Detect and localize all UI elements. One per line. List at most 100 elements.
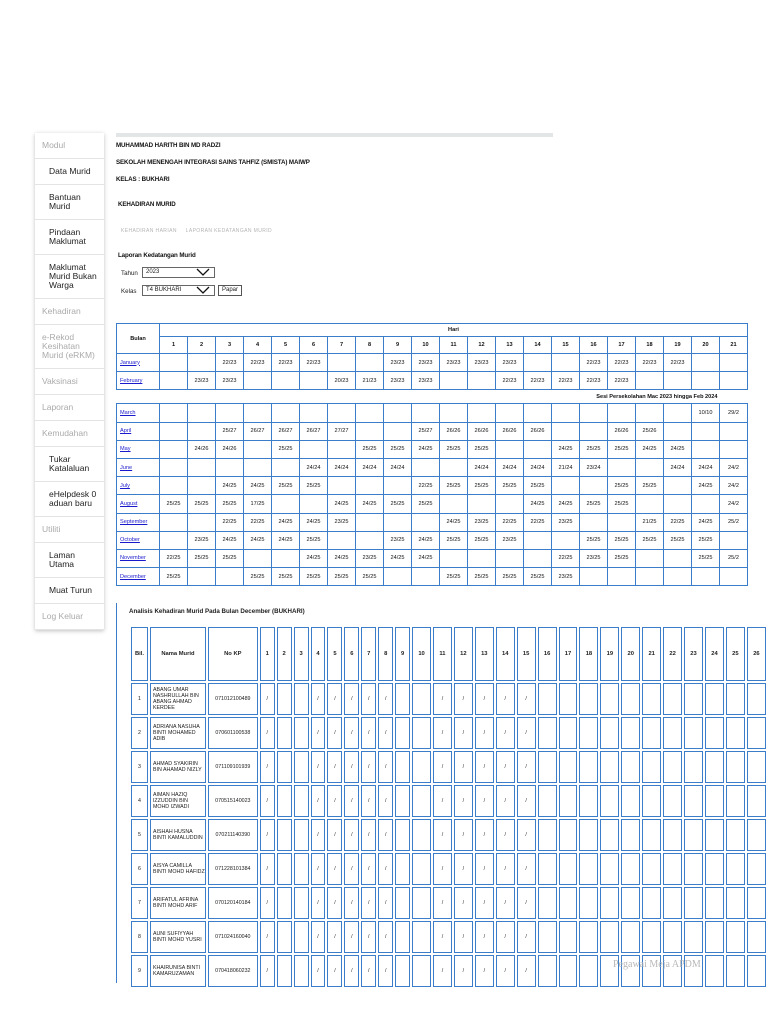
attendance-cell	[327, 439, 356, 459]
attendance-mark	[725, 955, 745, 987]
class-label: KELAS : BUKHARI	[116, 176, 170, 183]
attendance-mark	[558, 921, 578, 953]
attendance-cell: 24/25	[691, 476, 720, 496]
report-title: Laporan Kedatangan Murid	[118, 252, 196, 259]
attendance-cell: 24/24	[495, 457, 524, 478]
kelas-select[interactable]: T4 BUKHARI	[142, 285, 215, 296]
day-header: 17	[558, 627, 578, 681]
attendance-mark	[621, 819, 641, 851]
month-link[interactable]: May	[116, 439, 160, 459]
attendance-cell	[299, 403, 328, 423]
attendance-cell: 23/23	[187, 371, 216, 391]
attendance-mark	[746, 921, 766, 953]
sidebar-item-ehelpdesk-0-aduan-baru[interactable]: eHelpdesk 0 aduan baru	[35, 482, 104, 517]
attendance-mark	[276, 751, 292, 783]
school-name: SEKOLAH MENENGAH INTEGRASI SAINS TAHFIZ …	[116, 159, 310, 166]
month-row: October 23/25 24/25 24/25 24/25 25/25 23/25 24/…	[116, 530, 748, 550]
attendance-cell	[663, 371, 692, 391]
attendance-cell: 10/10	[691, 403, 720, 423]
student-name: AUNI SUFIYYAH BINTI MOHD YUSRI	[149, 921, 206, 953]
attendance-mark	[663, 819, 683, 851]
month-link[interactable]: July	[116, 476, 160, 496]
attendance-mark	[663, 683, 683, 715]
month-link[interactable]: March	[116, 403, 160, 423]
attendance-cell: 29/2	[719, 403, 748, 423]
day-header: 5	[271, 336, 300, 354]
table-row: 1 ABANG UMAR NASHRULLAH BIN ABANG AHMAD K…	[131, 683, 766, 715]
attendance-mark: /	[516, 921, 536, 953]
attendance-mark	[600, 785, 620, 817]
attendance-cell	[663, 476, 692, 496]
day-header: 16	[579, 336, 608, 354]
attendance-cell: 21/24	[551, 457, 580, 478]
attendance-cell	[579, 567, 608, 587]
month-link[interactable]: February	[116, 371, 160, 391]
sidebar-item-bantuan-murid[interactable]: Bantuan Murid	[35, 185, 104, 220]
attendance-mark: /	[495, 751, 515, 783]
table-row: 5 AISHAH HUSNA BINTI KAMALUDDIN 0702111403…	[131, 819, 766, 851]
attendance-cell: 25/25	[355, 439, 384, 459]
tahun-select[interactable]: 2023	[142, 267, 215, 278]
attendance-cell	[495, 494, 524, 514]
attendance-mark	[725, 853, 745, 885]
month-link[interactable]: January	[116, 352, 160, 373]
sidebar-item-laman-utama[interactable]: Laman Utama	[35, 543, 104, 578]
attendance-cell: 24/25	[691, 512, 720, 532]
attendance-cell: 24/24	[327, 457, 356, 478]
attendance-cell: 23/25	[383, 530, 412, 550]
attendance-cell: 24/26	[215, 439, 244, 459]
student-name: ABANG UMAR NASHRULLAH BIN ABANG AHMAD KE…	[149, 683, 206, 715]
sidebar-item-tukar-katalaluan[interactable]: Tukar Katalaluan	[35, 447, 104, 482]
month-link[interactable]: June	[116, 457, 160, 478]
month-link[interactable]: April	[116, 421, 160, 441]
attendance-mark: /	[433, 853, 452, 885]
attendance-mark	[579, 751, 599, 783]
attendance-mark	[579, 717, 599, 749]
attendance-cell: 24/25	[551, 439, 580, 459]
attendance-cell	[607, 457, 636, 478]
papar-button[interactable]: Papar	[218, 285, 243, 296]
month-link[interactable]: December	[116, 567, 160, 587]
month-link[interactable]: November	[116, 548, 160, 569]
sidebar-item-muat-turun[interactable]: Muat Turun	[35, 578, 104, 604]
tab-laporan-kedatangan[interactable]: LAPORAN KEDATANGAN MURID	[186, 228, 272, 234]
month-row: July 24/25 24/25 25/25 25/25 22/25 25/25 25/25 2…	[116, 476, 748, 496]
day-header: 15	[551, 336, 580, 354]
attendance-cell: 22/23	[579, 371, 608, 391]
attendance-mark: /	[378, 955, 394, 987]
sidebar-item-pindaan-maklumat[interactable]: Pindaan Maklumat	[35, 220, 104, 255]
bil-header: Bil.	[131, 627, 148, 681]
attendance-cell: 25/25	[467, 530, 496, 550]
attendance-mark: /	[361, 921, 377, 953]
attendance-mark	[725, 785, 745, 817]
attendance-cell	[243, 548, 272, 569]
attendance-cell	[439, 457, 468, 478]
sidebar-item-data-murid[interactable]: Data Murid	[35, 159, 104, 185]
attendance-mark: /	[327, 751, 343, 783]
attendance-cell	[243, 371, 272, 391]
attendance-mark	[276, 955, 292, 987]
attendance-mark	[276, 887, 292, 919]
attendance-mark: /	[474, 751, 494, 783]
sidebar-item-maklumat-murid-bukan-warga[interactable]: Maklumat Murid Bukan Warga	[35, 255, 104, 299]
attendance-mark	[600, 887, 620, 919]
attendance-mark	[412, 921, 431, 953]
attendance-mark: /	[474, 683, 494, 715]
table-row: 7 ARIFATUL AFRINA BINTI MOHD ARIF 07012014…	[131, 887, 766, 919]
attendance-mark: /	[378, 683, 394, 715]
attendance-cell	[383, 403, 412, 423]
attendance-cell	[159, 352, 188, 373]
tab-kehadiran-harian[interactable]: KEHADIRAN HARIAN	[121, 228, 177, 234]
attendance-mark: /	[259, 887, 275, 919]
attendance-cell: 23/25	[495, 530, 524, 550]
month-link[interactable]: September	[116, 512, 160, 532]
attendance-cell: 25/25	[691, 530, 720, 550]
day-header: 10	[412, 627, 431, 681]
month-link[interactable]: August	[116, 494, 160, 514]
attendance-cell: 25/25	[495, 567, 524, 587]
attendance-cell: 25/25	[439, 567, 468, 587]
month-link[interactable]: October	[116, 530, 160, 550]
attendance-cell: 24/25	[383, 548, 412, 569]
attendance-cell: 25/25	[607, 476, 636, 496]
attendance-mark: /	[516, 819, 536, 851]
